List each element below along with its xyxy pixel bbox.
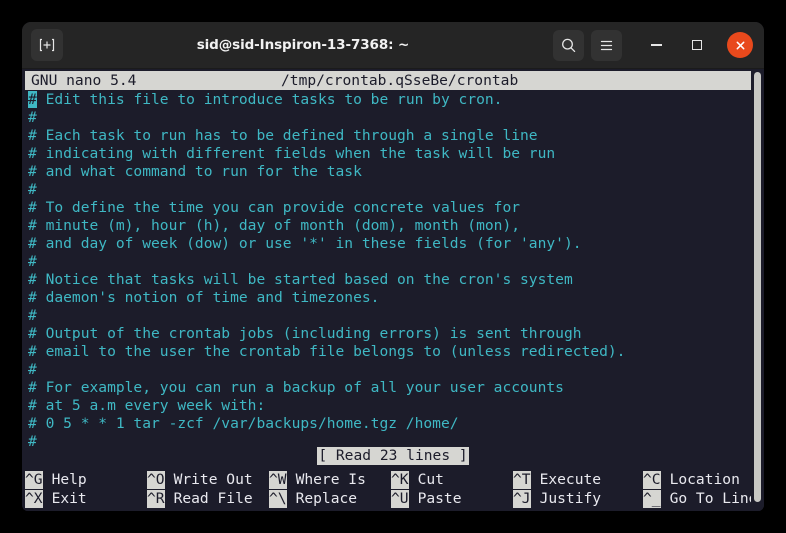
buffer-line: # and what command to run for the task: [24, 163, 764, 181]
terminal-scrollbar[interactable]: [751, 69, 764, 511]
shortcut-item[interactable]: ^XExit: [25, 489, 147, 508]
shortcut-label: Execute: [531, 471, 602, 489]
buffer-line: # minute (m), hour (h), day of month (do…: [24, 217, 764, 235]
shortcut-label: Read File: [165, 490, 253, 508]
shortcut-item[interactable]: ^_Go To Line: [643, 489, 764, 508]
nano-shortcut-bar: ^GHelp^OWrite Out^WWhere Is^KCut^TExecut…: [25, 470, 751, 508]
shortcut-label: Go To Line: [661, 490, 758, 508]
shortcut-label: Exit: [43, 490, 87, 508]
buffer-line: # and day of week (dow) or use '*' in th…: [24, 235, 764, 253]
buffer-line: # Notice that tasks will be started base…: [24, 271, 764, 289]
buffer-line: # Output of the crontab jobs (including …: [24, 325, 764, 343]
nano-version: GNU nano 5.4: [31, 72, 136, 90]
new-tab-button[interactable]: [31, 29, 63, 61]
maximize-icon: [692, 40, 702, 50]
buffer-line: #: [24, 307, 764, 325]
close-icon: [734, 39, 747, 52]
new-tab-icon: [39, 37, 55, 53]
shortcut-label: Paste: [409, 490, 462, 508]
search-button[interactable]: [553, 30, 584, 61]
shortcut-row-2: ^XExit^RRead File^\Replace^UPaste^JJusti…: [25, 489, 751, 508]
buffer-line: # To define the time you can provide con…: [24, 199, 764, 217]
buffer-line: # Edit this file to introduce tasks to b…: [24, 91, 764, 109]
buffer-line: # For example, you can run a backup of a…: [24, 379, 764, 397]
shortcut-item[interactable]: ^WWhere Is: [269, 470, 391, 489]
shortcut-item[interactable]: ^OWrite Out: [147, 470, 269, 489]
shortcut-label: Where Is: [287, 471, 366, 489]
shortcut-item[interactable]: ^UPaste: [391, 489, 513, 508]
buffer-line: #: [24, 253, 764, 271]
buffer-line: #: [24, 181, 764, 199]
shortcut-key: ^W: [269, 471, 287, 489]
shortcut-label: Replace: [287, 490, 358, 508]
buffer-line: # Each task to run has to be defined thr…: [24, 127, 764, 145]
shortcut-label: Write Out: [165, 471, 253, 489]
shortcut-item[interactable]: ^GHelp: [25, 470, 147, 489]
minimize-button[interactable]: [643, 32, 670, 59]
buffer-line: #: [24, 361, 764, 379]
shortcut-key: ^K: [391, 471, 409, 489]
shortcut-item[interactable]: ^JJustify: [513, 489, 643, 508]
shortcut-label: Location: [661, 471, 740, 489]
shortcut-key: ^X: [25, 490, 43, 508]
buffer-line: # indicating with different fields when …: [24, 145, 764, 163]
titlebar-controls: [553, 30, 764, 61]
shortcut-label: Help: [43, 471, 87, 489]
text-cursor: #: [28, 91, 37, 108]
maximize-button[interactable]: [683, 32, 710, 59]
terminal-content[interactable]: GNU nano 5.4 /tmp/crontab.qSseBe/crontab…: [22, 69, 764, 511]
shortcut-key: ^_: [643, 490, 661, 508]
minimize-icon: [651, 44, 662, 46]
shortcut-key: ^C: [643, 471, 661, 489]
shortcut-label: Justify: [531, 490, 602, 508]
hamburger-menu-icon: [598, 37, 615, 54]
status-message: [ Read 23 lines ]: [317, 447, 468, 465]
scrollbar-thumb[interactable]: [754, 72, 761, 502]
shortcut-item[interactable]: ^\Replace: [269, 489, 391, 508]
shortcut-item[interactable]: ^TExecute: [513, 470, 643, 489]
menu-button[interactable]: [591, 30, 622, 61]
shortcut-label: Cut: [409, 471, 444, 489]
shortcut-key: ^T: [513, 471, 531, 489]
buffer-line: # daemon's notion of time and timezones.: [24, 289, 764, 307]
shortcut-row-1: ^GHelp^OWrite Out^WWhere Is^KCut^TExecut…: [25, 470, 751, 489]
search-icon: [560, 37, 577, 54]
nano-file-path: /tmp/crontab.qSseBe/crontab: [281, 72, 518, 90]
nano-status-bar: [ Read 23 lines ]: [22, 447, 764, 465]
close-button[interactable]: [727, 32, 753, 58]
shortcut-key: ^U: [391, 490, 409, 508]
shortcut-key: ^O: [147, 471, 165, 489]
shortcut-key: ^\: [269, 490, 287, 508]
shortcut-key: ^G: [25, 471, 43, 489]
buffer-line: # 0 5 * * 1 tar -zcf /var/backups/home.t…: [24, 415, 764, 433]
shortcut-item[interactable]: ^CLocation: [643, 470, 764, 489]
buffer-line: #: [24, 109, 764, 127]
shortcut-item[interactable]: ^RRead File: [147, 489, 269, 508]
buffer-line: # at 5 a.m every week with:: [24, 397, 764, 415]
buffer-line: # email to the user the crontab file bel…: [24, 343, 764, 361]
shortcut-key: ^R: [147, 490, 165, 508]
shortcut-key: ^J: [513, 490, 531, 508]
nano-titlebar: GNU nano 5.4 /tmp/crontab.qSseBe/crontab: [25, 71, 751, 90]
nano-text-buffer[interactable]: # Edit this file to introduce tasks to b…: [22, 90, 764, 451]
terminal-window: sid@sid-Inspiron-13-7368: ~: [22, 22, 764, 511]
window-titlebar: sid@sid-Inspiron-13-7368: ~: [22, 22, 764, 69]
shortcut-item[interactable]: ^KCut: [391, 470, 513, 489]
